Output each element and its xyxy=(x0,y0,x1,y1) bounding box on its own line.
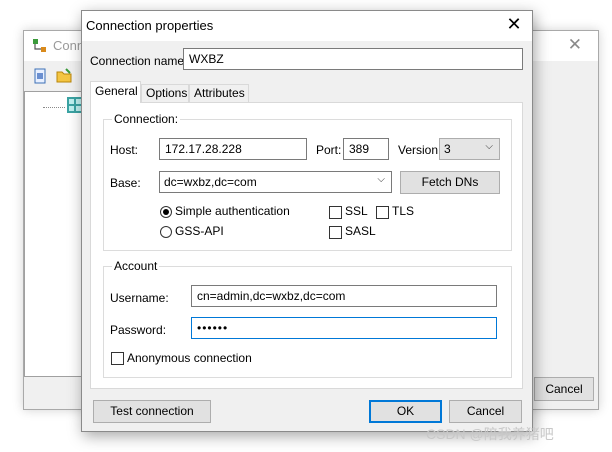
open-folder-icon[interactable] xyxy=(56,67,74,85)
watermark: CSDN @陪我养猪吧 xyxy=(426,426,554,442)
ssl-label: SSL xyxy=(345,204,368,218)
connection-group: Connection: Host: 172.17.28.228 Port: 38… xyxy=(103,112,512,251)
tls-checkbox[interactable] xyxy=(376,206,389,219)
base-label: Base: xyxy=(110,176,141,190)
dialog-titlebar: Connection properties ✕ xyxy=(82,11,532,41)
dialog-title: Connection properties xyxy=(86,18,214,33)
test-connection-button[interactable]: Test connection xyxy=(93,400,211,423)
tab-options[interactable]: Options xyxy=(141,84,189,102)
tab-attributes[interactable]: Attributes xyxy=(189,84,249,102)
account-group: Account Username: cn=admin,dc=wxbz,dc=co… xyxy=(103,259,512,378)
close-icon[interactable]: ✕ xyxy=(504,14,524,35)
host-field[interactable]: 172.17.28.228 xyxy=(159,138,307,160)
simple-auth-label: Simple authentication xyxy=(175,204,290,218)
base-select[interactable]: dc=wxbz,dc=com ⌵ xyxy=(159,171,392,193)
host-label: Host: xyxy=(110,143,139,157)
tls-label: TLS xyxy=(392,204,415,218)
gss-api-label: GSS-API xyxy=(175,224,224,238)
fetch-dns-button[interactable]: Fetch DNs xyxy=(400,171,500,194)
dropdown-arrow-icon: ⌵ xyxy=(377,174,385,185)
port-label: Port: xyxy=(316,143,342,157)
dropdown-arrow-icon: ⌵ xyxy=(485,141,493,152)
sasl-label: SASL xyxy=(345,224,376,238)
connection-group-title: Connection: xyxy=(112,112,181,126)
version-value: 3 xyxy=(444,142,451,156)
parent-window-title: Conn xyxy=(53,38,85,53)
connection-name-field[interactable]: WXBZ xyxy=(183,48,523,70)
version-label: Version: xyxy=(398,143,442,157)
password-field[interactable]: •••••• xyxy=(191,317,497,339)
ok-button[interactable]: OK xyxy=(369,400,442,423)
parent-cancel-button[interactable]: Cancel xyxy=(534,377,594,401)
tab-general[interactable]: General xyxy=(90,81,141,103)
simple-auth-radio[interactable] xyxy=(160,206,172,218)
password-label: Password: xyxy=(110,323,167,337)
account-group-title: Account xyxy=(112,259,160,273)
port-field[interactable]: 389 xyxy=(343,138,389,160)
username-field[interactable]: cn=admin,dc=wxbz,dc=com xyxy=(191,285,497,307)
base-value: dc=wxbz,dc=com xyxy=(164,175,257,189)
connection-properties-dialog: Connection properties ✕ Connection name:… xyxy=(81,10,533,432)
cancel-button[interactable]: Cancel xyxy=(449,400,522,423)
new-connection-icon[interactable] xyxy=(32,67,50,85)
general-tab-panel: Connection: Host: 172.17.28.228 Port: 38… xyxy=(90,102,523,389)
directory-tree[interactable] xyxy=(24,91,86,377)
anonymous-connection-checkbox[interactable] xyxy=(111,352,124,365)
username-label: Username: xyxy=(110,291,169,305)
ssl-checkbox[interactable] xyxy=(329,206,342,219)
connection-name-label: Connection name: xyxy=(90,54,188,68)
app-icon xyxy=(33,39,46,52)
gss-api-radio[interactable] xyxy=(160,226,172,238)
tree-connector xyxy=(43,107,65,108)
version-select[interactable]: 3 ⌵ xyxy=(439,138,500,160)
anonymous-connection-label: Anonymous connection xyxy=(127,351,252,365)
close-icon[interactable]: ✕ xyxy=(568,35,582,55)
sasl-checkbox[interactable] xyxy=(329,226,342,239)
